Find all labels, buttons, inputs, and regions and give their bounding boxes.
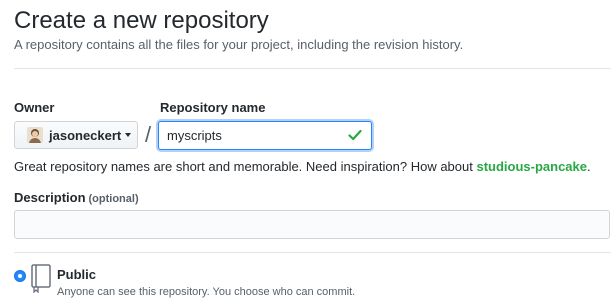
owner-label: Owner [14,100,55,115]
divider [14,68,611,69]
repo-book-icon [31,264,51,293]
page-title: Create a new repository [14,7,269,34]
description-input[interactable] [14,210,610,239]
public-radio[interactable] [14,270,26,282]
page-subtitle: A repository contains all the files for … [14,37,464,52]
name-suggestion-link[interactable]: studious-pancake [476,159,587,174]
check-icon [348,129,362,141]
owner-repo-separator: / [145,122,152,147]
divider [14,252,611,253]
avatar [27,127,43,143]
public-option-label[interactable]: Public [57,267,96,283]
name-hint: Great repository names are short and mem… [14,158,591,176]
public-option-description: Anyone can see this repository. You choo… [57,286,356,298]
caret-down-icon [125,133,132,137]
description-label-text: Description [14,190,86,205]
name-hint-suffix: . [587,159,591,174]
repository-name-input[interactable] [158,121,372,150]
owner-select-button[interactable]: jasoneckert [14,121,138,149]
description-label: Description (optional) [14,190,139,207]
optional-tag: (optional) [88,193,139,205]
owner-name: jasoneckert [49,127,122,143]
repository-name-label: Repository name [160,100,266,115]
name-hint-text: Great repository names are short and mem… [14,159,477,174]
